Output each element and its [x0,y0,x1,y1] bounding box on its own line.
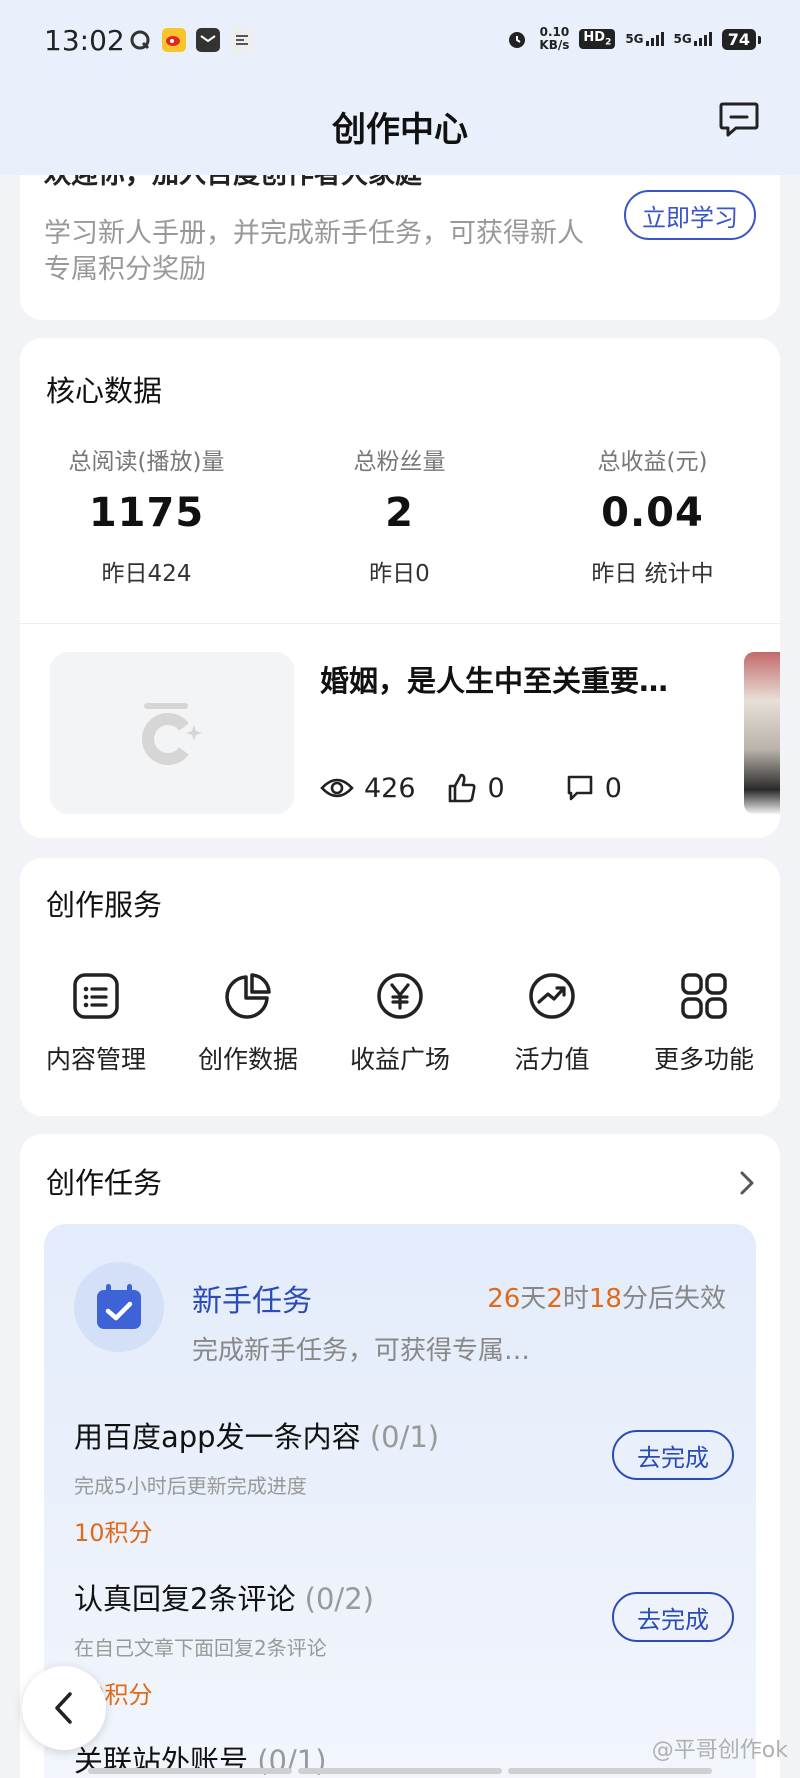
creation-tasks-card: 创作任务 新手任务 26天2时18分后失效 完成新手任务，可获得专属… 用百度a… [20,1134,780,1778]
newbie-task-panel: 新手任务 26天2时18分后失效 完成新手任务，可获得专属… 用百度app发一条… [44,1224,756,1778]
article-title[interactable]: 婚姻，是人生中至关重要… [320,658,700,700]
service-income-plaza[interactable]: 收益广场 [324,968,476,1076]
article-meta: 426 0 0 [320,772,622,804]
task-item-points: 10积分 [74,1681,153,1709]
trend-icon [527,968,577,1024]
core-data-title: 核心数据 [46,374,163,408]
battery-indicator: 74 [721,28,762,50]
stat-yesterday: 昨日424 [101,561,192,587]
signal-bars-icon [693,32,712,46]
service-vitality[interactable]: 活力值 [476,968,628,1076]
grid-icon [679,968,729,1024]
placeholder-logo-icon [132,693,212,773]
stat-total-reads[interactable]: 总阅读(播放)量 1175 昨日424 [20,442,273,588]
learn-now-button[interactable]: 立即学习 [624,190,756,240]
divider [20,623,780,624]
service-more[interactable]: 更多功能 [628,968,780,1076]
gesture-bar [88,1768,712,1774]
stat-label: 总收益(元) [597,449,708,475]
comments-count[interactable]: 0 [565,773,622,804]
newbie-task-subtitle: 完成新手任务，可获得专属… [192,1336,531,1366]
services-grid: 内容管理 创作数据 收益广场 活力值 更多功能 [20,968,780,1076]
stat-total-fans[interactable]: 总粉丝量 2 昨日0 [273,442,526,588]
creation-services-card: 创作服务 内容管理 创作数据 收益广场 活力值 更多功能 [20,858,780,1116]
status-bar: 13:02 0.10 KB/s HD2 5G 5G 74 [0,18,800,66]
thumbs-up-icon [446,772,478,804]
complete-task-button[interactable]: 去完成 [612,1592,734,1642]
net-speed-unit: KB/s [539,38,570,52]
task-item: 用百度app发一条内容 (0/1) 完成5小时后更新完成进度 10积分 去完成 [74,1414,734,1548]
stat-yesterday: 昨日 统计中 [591,561,714,587]
status-time: 13:02 [44,24,125,57]
services-title: 创作服务 [46,888,163,922]
complete-task-button[interactable]: 去完成 [612,1430,734,1480]
onboarding-description: 学习新人手册，并完成新手任务，可获得新人专属积分奖励 [44,218,584,285]
alarm-icon [505,27,529,51]
likes-count[interactable]: 0 [446,772,505,804]
next-article-thumbnail[interactable] [744,652,780,814]
chevron-left-icon [52,1690,76,1726]
views-count: 426 [320,773,416,804]
article-thumbnail[interactable] [50,652,294,814]
mail-icon [196,28,220,52]
stat-label: 总阅读(播放)量 [68,449,225,475]
task-badge [74,1262,164,1352]
watermark: @平哥创作ok [651,1738,788,1763]
net-speed-value: 0.10 [539,25,570,39]
back-button[interactable] [22,1666,106,1750]
calendar-check-icon [93,1281,145,1333]
net-speed: 0.10 KB/s [539,26,569,52]
tasks-title: 创作任务 [46,1166,163,1200]
newbie-task-title: 新手任务 [192,1284,312,1319]
service-content-management[interactable]: 内容管理 [20,968,172,1076]
service-creation-data[interactable]: 创作数据 [172,968,324,1076]
stat-value: 1175 [88,490,205,536]
eye-icon [320,776,354,800]
signal-2: 5G [674,32,712,46]
task-item-points: 10积分 [74,1519,153,1547]
comment-icon [565,773,595,803]
stat-yesterday: 昨日0 [369,561,430,587]
top-bar: 13:02 0.10 KB/s HD2 5G 5G 74 创作中心 [0,0,800,175]
chevron-right-icon[interactable] [738,1170,756,1196]
signal-bars-icon [645,32,664,46]
pie-chart-icon [223,968,273,1024]
page-title: 创作中心 [332,110,468,150]
weibo-icon [162,28,186,52]
task-countdown: 26天2时18分后失效 [487,1284,726,1314]
notification-icons [128,28,254,52]
stat-value: 2 [385,490,414,536]
stat-label: 总粉丝量 [353,449,446,475]
stat-total-income[interactable]: 总收益(元) 0.04 昨日 统计中 [526,442,779,588]
task-item: 认真回复2条评论 (0/2) 在自己文章下面回复2条评论 10积分 去完成 [74,1576,734,1710]
message-button[interactable] [718,100,760,140]
status-right: 0.10 KB/s HD2 5G 5G 74 [505,26,762,52]
yen-icon [375,968,425,1024]
stat-value: 0.04 [601,490,704,536]
hd-badge: HD2 [579,29,616,49]
signal-1: 5G [625,32,664,46]
stats-row: 总阅读(播放)量 1175 昨日424 总粉丝量 2 昨日0 总收益(元) 0.… [20,442,780,588]
core-data-card: 核心数据 总阅读(播放)量 1175 昨日424 总粉丝量 2 昨日0 总收益(… [20,338,780,838]
q-icon [128,28,152,52]
app-icon [230,28,254,52]
message-icon [718,100,760,140]
list-icon [71,968,121,1024]
